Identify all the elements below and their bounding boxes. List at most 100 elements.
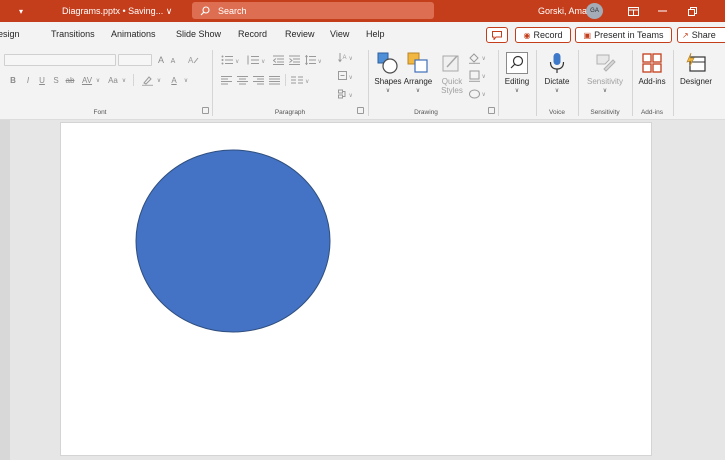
tab-design[interactable]: esign bbox=[0, 22, 20, 46]
quick-styles-label-1: Quick bbox=[441, 77, 463, 86]
tab-record[interactable]: Record bbox=[238, 22, 267, 46]
svg-text:∨: ∨ bbox=[235, 59, 239, 65]
font-size-combobox[interactable] bbox=[118, 54, 152, 66]
quick-styles-button[interactable]: Quick Styles bbox=[436, 52, 468, 95]
character-spacing-button[interactable]: AV bbox=[80, 74, 94, 86]
change-case-chevron-icon[interactable]: ∨ bbox=[120, 74, 128, 86]
sensitivity-icon bbox=[596, 54, 616, 72]
underline-button[interactable]: U bbox=[37, 74, 47, 86]
ribbon-separator bbox=[212, 50, 213, 116]
editing-button[interactable]: Editing ∨ bbox=[502, 52, 532, 94]
restore-icon[interactable] bbox=[684, 0, 700, 22]
align-text-icon[interactable]: ∨ bbox=[336, 70, 356, 82]
tab-transitions[interactable]: Transitions bbox=[51, 22, 95, 46]
share-button[interactable]: ↗ Share bbox=[677, 27, 725, 43]
paragraph-group-label: Paragraph bbox=[274, 108, 306, 116]
text-shadow-button[interactable]: S bbox=[51, 74, 61, 86]
svg-text:∨: ∨ bbox=[349, 56, 353, 62]
align-center-icon[interactable] bbox=[236, 74, 248, 86]
shape-fill-icon[interactable]: ∨ bbox=[467, 52, 489, 64]
find-magnifier-icon bbox=[506, 52, 528, 74]
align-right-icon[interactable] bbox=[252, 74, 264, 86]
character-spacing-chevron-icon[interactable]: ∨ bbox=[94, 74, 102, 86]
designer-icon bbox=[686, 52, 706, 72]
shape-outline-icon[interactable]: ∨ bbox=[467, 70, 489, 82]
grow-font-button[interactable]: A bbox=[155, 54, 167, 66]
font-dialog-launcher-icon[interactable] bbox=[202, 107, 209, 114]
sensitivity-button[interactable]: Sensitivity ∨ bbox=[581, 52, 629, 94]
smartart-icon[interactable]: ∨ bbox=[336, 88, 356, 100]
thumbnail-pane-edge[interactable] bbox=[0, 120, 10, 460]
arrange-button[interactable]: Arrange ∨ bbox=[401, 52, 435, 94]
numbering-icon[interactable]: ∨ bbox=[246, 54, 268, 66]
add-ins-button[interactable]: Add-ins bbox=[634, 52, 670, 86]
font-color-button[interactable]: A bbox=[168, 74, 180, 86]
highlight-color-icon[interactable] bbox=[140, 74, 154, 86]
designer-button[interactable]: Designer bbox=[676, 52, 716, 86]
shape-effects-icon[interactable]: ∨ bbox=[467, 88, 489, 100]
slide[interactable] bbox=[60, 122, 652, 456]
ribbon-separator bbox=[498, 50, 499, 116]
blue-circle-shape[interactable] bbox=[135, 149, 331, 333]
ribbon-tabs: esign Transitions Animations Slide Show … bbox=[0, 22, 725, 46]
strikethrough-button[interactable]: ab bbox=[63, 74, 77, 86]
document-title[interactable]: Diagrams.pptx • Saving... ∨ bbox=[62, 0, 172, 22]
change-case-button[interactable]: Aa bbox=[106, 74, 120, 86]
svg-text:∨: ∨ bbox=[318, 59, 322, 65]
search-box[interactable]: Search bbox=[192, 2, 434, 19]
shrink-font-button[interactable]: A bbox=[168, 55, 178, 67]
tab-animations[interactable]: Animations bbox=[111, 22, 156, 46]
designer-label: Designer bbox=[679, 77, 712, 86]
quick-styles-icon bbox=[442, 55, 459, 72]
add-ins-button-label: Add-ins bbox=[638, 77, 666, 86]
font-name-combobox[interactable] bbox=[4, 54, 116, 66]
ribbon-display-icon[interactable] bbox=[625, 0, 641, 22]
svg-text:∨: ∨ bbox=[349, 75, 353, 81]
clear-formatting-icon[interactable]: A bbox=[186, 54, 200, 66]
editing-label: Editing bbox=[504, 77, 530, 86]
tab-review[interactable]: Review bbox=[285, 22, 315, 46]
arrange-icon bbox=[407, 52, 428, 73]
decrease-indent-icon[interactable] bbox=[272, 54, 284, 66]
text-direction-icon[interactable]: A ∨ bbox=[336, 52, 356, 64]
dictate-chevron-icon: ∨ bbox=[554, 88, 560, 94]
svg-text:A: A bbox=[188, 56, 194, 65]
dictate-button[interactable]: Dictate ∨ bbox=[540, 52, 574, 94]
teams-icon: ▣ bbox=[583, 30, 592, 40]
bullets-icon[interactable]: ∨ bbox=[220, 54, 242, 66]
slide-drawing-layer bbox=[135, 149, 331, 333]
present-in-teams-button[interactable]: ▣ Present in Teams bbox=[575, 27, 672, 43]
tab-view[interactable]: View bbox=[330, 22, 349, 46]
paragraph-divider bbox=[285, 74, 286, 86]
shapes-button[interactable]: Shapes ∨ bbox=[371, 52, 405, 94]
ribbon-separator bbox=[673, 50, 674, 116]
paragraph-dialog-launcher-icon[interactable] bbox=[357, 107, 364, 114]
bold-button[interactable]: B bbox=[8, 74, 18, 86]
ribbon-separator bbox=[578, 50, 579, 116]
svg-text:∨: ∨ bbox=[482, 56, 486, 62]
avatar[interactable]: GA bbox=[586, 3, 603, 19]
highlight-chevron-icon[interactable]: ∨ bbox=[155, 74, 163, 86]
quick-access-menu-icon[interactable]: ▾ bbox=[14, 0, 28, 22]
arrange-label: Arrange bbox=[403, 77, 433, 86]
voice-group-label: Voice bbox=[549, 108, 565, 116]
drawing-dialog-launcher-icon[interactable] bbox=[488, 107, 495, 114]
ribbon-separator bbox=[368, 50, 369, 116]
drawing-group-label: Drawing bbox=[414, 108, 438, 116]
comment-icon bbox=[492, 30, 502, 40]
font-color-chevron-icon[interactable]: ∨ bbox=[182, 74, 190, 86]
comments-button[interactable] bbox=[486, 27, 508, 43]
tab-slide-show[interactable]: Slide Show bbox=[176, 22, 221, 46]
editing-chevron-icon: ∨ bbox=[514, 88, 520, 94]
minimize-icon[interactable] bbox=[654, 0, 670, 22]
increase-indent-icon[interactable] bbox=[288, 54, 300, 66]
slide-editor-canvas[interactable] bbox=[0, 120, 725, 460]
columns-icon[interactable]: ∨ bbox=[290, 74, 312, 86]
justify-icon[interactable] bbox=[268, 74, 280, 86]
line-spacing-icon[interactable]: ∨ bbox=[304, 54, 324, 66]
svg-text:∨: ∨ bbox=[305, 79, 309, 85]
italic-button[interactable]: I bbox=[23, 74, 33, 86]
tab-help[interactable]: Help bbox=[366, 22, 385, 46]
align-left-icon[interactable] bbox=[220, 74, 232, 86]
record-button[interactable]: ◉ Record bbox=[515, 27, 571, 43]
